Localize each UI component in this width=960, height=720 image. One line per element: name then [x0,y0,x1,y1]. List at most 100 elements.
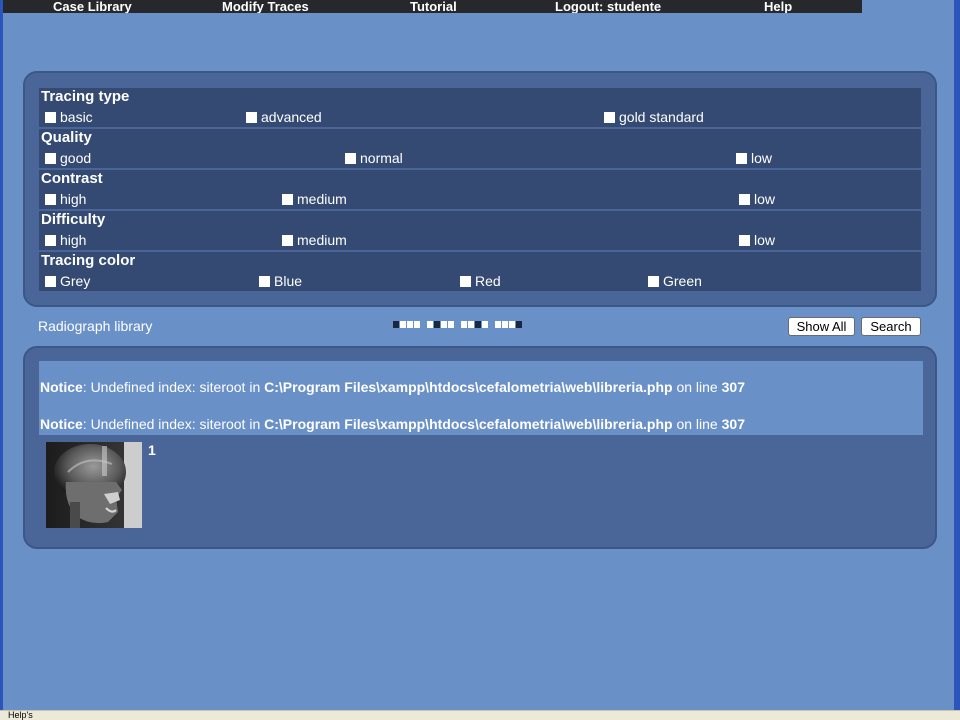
page-indicator-square [448,321,454,328]
checkbox-label: Blue [274,273,303,289]
status-text: Help's [8,710,33,720]
page-indicator-1[interactable] [393,321,420,328]
checkbox-color-red[interactable]: Red [460,273,501,289]
filter-group-title: Difficulty [41,211,106,228]
filter-group-tracing-type: Tracing type basic advanced gold standar… [39,88,921,127]
checkbox-quality-low[interactable]: low [736,150,772,166]
top-menu-bar: Case Library Modify Traces Tutorial Logo… [3,0,862,13]
checkbox-label: Grey [60,273,91,289]
show-all-button[interactable]: Show All [788,317,855,336]
checkbox-box[interactable] [604,111,615,123]
radiograph-thumbnail[interactable] [46,442,142,528]
checkbox-label: low [754,191,776,207]
page-indicator-square [482,321,488,328]
checkbox-tracing-gold-standard[interactable]: gold standard [604,109,704,125]
checkbox-quality-normal[interactable]: normal [345,150,403,166]
checkbox-box[interactable] [45,111,56,123]
page-indicator-square [502,321,508,328]
checkbox-color-green[interactable]: Green [648,273,702,289]
checkbox-box[interactable] [45,193,56,205]
page-indicator-square [509,321,515,328]
library-title: Radiograph library [38,318,153,334]
checkbox-label: medium [297,232,347,248]
filter-group-contrast: Contrast high medium low [39,170,921,209]
checkbox-box[interactable] [282,234,293,246]
checkbox-label: low [754,232,776,248]
filter-group-tracing-color: Tracing color Grey Blue Red Green [39,252,921,291]
php-notice: Notice: Undefined index: siteroot in C:\… [40,416,745,432]
notice-line-text: on line [672,379,722,395]
notice-line-text: on line [672,416,722,432]
notice-message: : Undefined index: siteroot in [82,379,265,395]
checkbox-box[interactable] [259,275,270,287]
page-indicator-square [475,321,481,328]
checkbox-tracing-basic[interactable]: basic [45,109,93,125]
checkbox-box[interactable] [460,275,471,287]
filter-group-title: Quality [41,129,92,146]
checkbox-box[interactable] [739,193,750,205]
page-indicator-square [434,321,440,328]
window-frame-right [954,0,960,712]
checkbox-box[interactable] [739,234,750,246]
page-indicator-square [461,321,467,328]
page-indicator-square [495,321,501,328]
checkbox-quality-good[interactable]: good [45,150,91,166]
checkbox-difficulty-low[interactable]: low [739,232,775,248]
page-indicator-square [407,321,413,328]
menu-modify-traces[interactable]: Modify Traces [222,0,309,13]
checkbox-label: high [60,232,87,248]
checkbox-label: advanced [261,109,322,125]
notice-line: 307 [721,416,745,432]
checkbox-box[interactable] [736,152,747,164]
page-indicator-square [400,321,406,328]
menu-case-library[interactable]: Case Library [53,0,132,13]
page-indicator-2[interactable] [427,321,454,328]
notice-path: C:\Program Files\xampp\htdocs\cefalometr… [264,379,673,395]
page-indicator-square [414,321,420,328]
checkbox-label: high [60,191,87,207]
window-frame-left [0,0,3,712]
menu-help[interactable]: Help [764,0,792,13]
page-indicator-square [441,321,447,328]
checkbox-label: medium [297,191,347,207]
menu-logout[interactable]: Logout: studente [555,0,661,13]
checkbox-contrast-medium[interactable]: medium [282,191,347,207]
filter-group-difficulty: Difficulty high medium low [39,211,921,250]
status-bar: Help's [0,710,960,720]
checkbox-tracing-advanced[interactable]: advanced [246,109,322,125]
checkbox-box[interactable] [282,193,293,205]
page-indicator-square [427,321,433,328]
menu-tutorial[interactable]: Tutorial [410,0,457,13]
checkbox-label: gold standard [619,109,704,125]
filter-group-title: Tracing type [41,88,130,105]
notice-message: : Undefined index: siteroot in [82,416,265,432]
filter-group-quality: Quality good normal low [39,129,921,168]
filter-group-title: Contrast [41,170,103,187]
page-indicator-3[interactable] [461,321,488,328]
checkbox-difficulty-medium[interactable]: medium [282,232,347,248]
radiograph-image [46,442,142,528]
page-indicator-4[interactable] [495,321,522,328]
checkbox-contrast-high[interactable]: high [45,191,86,207]
pagination [393,321,522,328]
checkbox-contrast-low[interactable]: low [739,191,775,207]
filter-panel: Tracing type basic advanced gold standar… [23,71,937,307]
checkbox-box[interactable] [345,152,356,164]
checkbox-color-grey[interactable]: Grey [45,273,90,289]
php-notice-box: Notice: Undefined index: siteroot in C:\… [39,361,923,435]
search-button[interactable]: Search [861,317,921,336]
checkbox-box[interactable] [45,234,56,246]
checkbox-label: normal [360,150,403,166]
checkbox-box[interactable] [45,152,56,164]
checkbox-color-blue[interactable]: Blue [259,273,302,289]
filter-group-title: Tracing color [41,252,136,269]
page-indicator-square [468,321,474,328]
checkbox-label: Green [663,273,702,289]
checkbox-difficulty-high[interactable]: high [45,232,86,248]
result-number: 1 [148,442,156,458]
notice-line: 307 [721,379,745,395]
page-indicator-square [393,321,399,328]
checkbox-box[interactable] [45,275,56,287]
checkbox-box[interactable] [246,111,257,123]
checkbox-box[interactable] [648,275,659,287]
